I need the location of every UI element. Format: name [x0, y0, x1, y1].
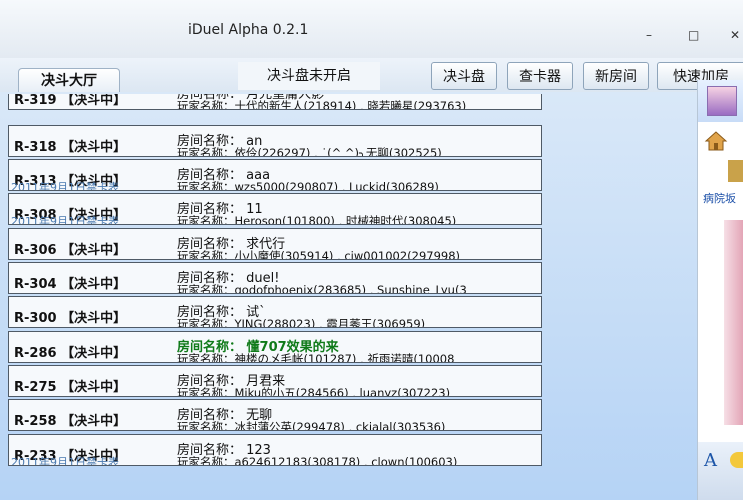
room-row[interactable]: R-275 【决斗中】 房间名称： 月君来 玩家名称：Miku的小五(284566)…	[8, 365, 542, 397]
room-id: R-258	[14, 414, 57, 429]
room-row[interactable]: R-319 【决斗中】 房间名称： 月光重庸人影 玩家名称：十代的新生人(21891…	[8, 94, 542, 110]
new-room-button[interactable]: 新房间	[583, 62, 649, 90]
room-row[interactable]: R-306 【决斗中】 房间名称： 求代行 玩家名称：小小魔使(305914) , …	[8, 228, 542, 260]
card-viewer-button[interactable]: 查卡器	[507, 62, 573, 90]
room-players: 玩家名称：冰封蒲公英(299478) , ckjalal(303536)	[177, 420, 446, 431]
room-id: R-304	[14, 277, 57, 292]
side-link[interactable]: 病院坂	[703, 190, 736, 206]
room-id-status: R-304 【决斗中】	[14, 273, 126, 292]
duel-disk-status: 决斗盘未开启	[238, 62, 380, 90]
room-players: 玩家名称：Heroson(101800) , 时械神时代(308045)	[177, 214, 457, 225]
room-players: 玩家名称：Miku的小五(284566) , luanyz(307223)	[177, 386, 451, 397]
room-id-status: R-319 【决斗中】	[14, 94, 126, 108]
room-row[interactable]: R-313 【决斗中】 2011年9月1日禁卡表 房间名称： aaa 玩家名称：wzs…	[8, 159, 542, 191]
room-row[interactable]: R-300 【决斗中】 房间名称： 试` 玩家名称：YING(288023) , 霞…	[8, 296, 542, 328]
room-id-status: R-286 【决斗中】	[14, 342, 126, 361]
room-row[interactable]: R-258 【决斗中】 房间名称： 无聊 玩家名称：冰封蒲公英(299478) , …	[8, 399, 542, 431]
room-row[interactable]: R-308 【决斗中】 2011年9月1日禁卡表 房间名称： 11 玩家名称：Hero…	[8, 193, 542, 225]
room-row[interactable]: R-286 【决斗中】 房间名称： 懂707效果的来 玩家名称：神楼の乄毛帐(101…	[8, 331, 542, 363]
room-row[interactable]: R-233 【决斗中】 2011年9月1日禁卡表 房间名称： 123 玩家名称：a62…	[8, 434, 542, 466]
banlist-label: 2011年9月1日禁卡表	[11, 456, 119, 466]
room-id: R-275	[14, 380, 57, 395]
room-id: R-306	[14, 243, 57, 258]
room-state: 【决斗中】	[61, 277, 127, 292]
room-id: R-318	[14, 140, 57, 155]
room-state: 【决斗中】	[61, 380, 127, 395]
room-id-status: R-275 【决斗中】	[14, 376, 126, 395]
room-id: R-319	[14, 94, 57, 108]
duel-disk-button[interactable]: 决斗盘	[431, 62, 497, 90]
room-state: 【决斗中】	[61, 311, 127, 326]
maximize-button[interactable]: □	[688, 28, 699, 42]
minimize-button[interactable]: –	[646, 28, 652, 42]
chat-side-window: 病院坂 A	[697, 80, 743, 500]
room-players: 玩家名称：十代的新生人(218914) , 晓若曦星(293763)	[177, 99, 467, 110]
window-title: iDuel Alpha 0.2.1	[188, 22, 309, 38]
banlist-label: 2011年9月1日禁卡表	[11, 181, 119, 191]
tab-duel-hall[interactable]: 决斗大厅	[18, 68, 120, 93]
room-id-status: R-306 【决斗中】	[14, 239, 126, 258]
room-id: R-300	[14, 311, 57, 326]
room-id-status: R-300 【决斗中】	[14, 307, 126, 326]
room-players: 玩家名称：小小魔使(305914) , ciw001002(297998)	[177, 249, 461, 260]
home-icon[interactable]	[704, 130, 728, 152]
room-players: 玩家名称：godofphoenix(283685) , Sunshine_Lyu…	[177, 283, 467, 294]
room-list[interactable]: R-319 【决斗中】 房间名称： 月光重庸人影 玩家名称：十代的新生人(21891…	[8, 94, 542, 466]
room-players: 玩家名称：YING(288023) , 霞月莠王(306959)	[177, 317, 426, 328]
room-state: 【决斗中】	[61, 243, 127, 258]
font-icon[interactable]: A	[704, 450, 717, 471]
room-state: 【决斗中】	[61, 346, 127, 361]
room-state: 【决斗中】	[61, 94, 127, 108]
close-button[interactable]: ✕	[730, 28, 740, 42]
room-players: 玩家名称：依伶(226297) , ˙(^ ^)╮无聊(302525)	[177, 146, 442, 157]
room-id-status: R-318 【决斗中】	[14, 136, 126, 155]
character-art	[724, 220, 743, 425]
thumbnail-image	[728, 160, 743, 182]
room-id-status: R-258 【决斗中】	[14, 410, 126, 429]
room-players: 玩家名称：wzs5000(290807) , Luckid(306289)	[177, 180, 439, 191]
title-bar: iDuel Alpha 0.2.1 – □ ✕	[0, 0, 743, 59]
banlist-label: 2011年9月1日禁卡表	[11, 215, 119, 225]
room-state: 【决斗中】	[61, 140, 127, 155]
room-row[interactable]: R-318 【决斗中】 房间名称： an 玩家名称：依伶(226297) , ˙(^…	[8, 125, 542, 157]
emoticon-icon[interactable]	[730, 452, 743, 468]
room-id: R-286	[14, 346, 57, 361]
room-state: 【决斗中】	[61, 414, 127, 429]
room-players: 玩家名称：神楼の乄毛帐(101287) , 祈雨诺晴(10008	[177, 352, 455, 363]
room-row[interactable]: R-304 【决斗中】 房间名称： duel! 玩家名称：godofphoenix(…	[8, 262, 542, 294]
chat-header	[698, 80, 743, 122]
avatar[interactable]	[707, 86, 737, 116]
room-players: 玩家名称：a624612183(308178) , clown(100603)	[177, 455, 458, 466]
